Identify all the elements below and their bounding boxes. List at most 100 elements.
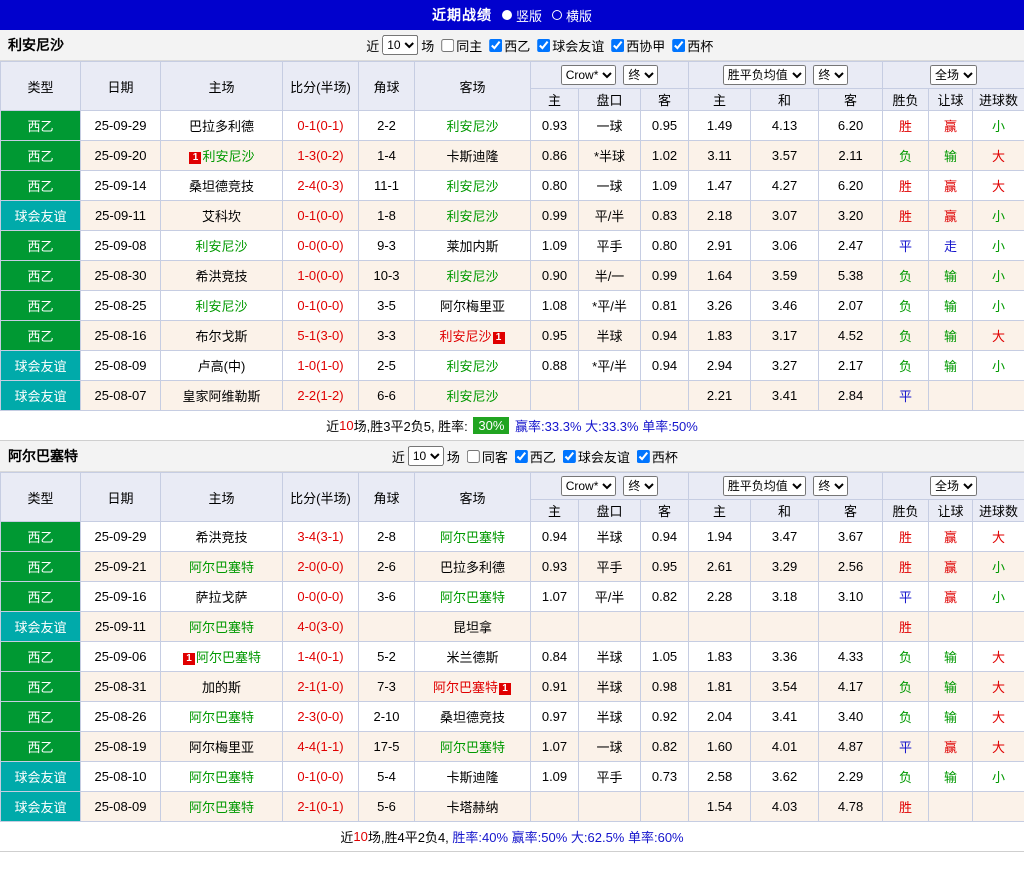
euro-away-odds-cell: 3.10 bbox=[819, 582, 883, 612]
away-team-cell[interactable]: 阿尔巴塞特 bbox=[415, 582, 531, 612]
home-team-cell[interactable]: 阿尔巴塞特 bbox=[161, 792, 283, 822]
score-cell[interactable]: 2-3(0-0) bbox=[283, 702, 359, 732]
home-team-cell[interactable]: 布尔戈斯 bbox=[161, 321, 283, 351]
home-team-cell[interactable]: 桑坦德竞技 bbox=[161, 171, 283, 201]
away-team-cell[interactable]: 阿尔巴塞特 bbox=[415, 522, 531, 552]
home-team-cell[interactable]: 利安尼沙 bbox=[161, 291, 283, 321]
score-cell[interactable]: 2-1(1-0) bbox=[283, 672, 359, 702]
same-venue-checkbox[interactable] bbox=[467, 450, 480, 463]
score-cell[interactable]: 0-1(0-1) bbox=[283, 111, 359, 141]
red-card-badge: 1 bbox=[189, 152, 201, 164]
checkbox-input[interactable] bbox=[489, 39, 502, 52]
away-team-cell[interactable]: 阿尔巴塞特 bbox=[415, 732, 531, 762]
home-team-cell[interactable]: 阿尔巴塞特 bbox=[161, 702, 283, 732]
score-cell[interactable]: 0-0(0-0) bbox=[283, 231, 359, 261]
euro-final-select[interactable]: 终 bbox=[813, 65, 848, 85]
away-team-cell[interactable]: 利安尼沙 bbox=[415, 201, 531, 231]
checkbox-input[interactable] bbox=[563, 450, 576, 463]
home-team-cell[interactable]: 巴拉多利德 bbox=[161, 111, 283, 141]
away-team-cell[interactable]: 利安尼沙 bbox=[415, 351, 531, 381]
asia-final-select[interactable]: 终 bbox=[623, 476, 658, 496]
score-cell[interactable]: 2-2(1-2) bbox=[283, 381, 359, 411]
recent-count-select[interactable]: 10 bbox=[408, 446, 444, 466]
league-checkbox-西杯[interactable]: 西杯 bbox=[672, 36, 713, 55]
euro-mean-select[interactable]: 胜平负均值 bbox=[723, 65, 806, 85]
euro-home-odds-cell: 2.91 bbox=[689, 231, 751, 261]
odds-company-select[interactable]: Crow* bbox=[561, 65, 616, 85]
league-checkbox-球会友谊[interactable]: 球会友谊 bbox=[563, 447, 630, 466]
asia-final-select[interactable]: 终 bbox=[623, 65, 658, 85]
away-team-cell[interactable]: 利安尼沙1 bbox=[415, 321, 531, 351]
league-checkbox-西乙[interactable]: 西乙 bbox=[515, 447, 556, 466]
checkbox-input[interactable] bbox=[637, 450, 650, 463]
layout-radio-竖版[interactable]: 竖版 bbox=[502, 6, 542, 25]
home-team-cell[interactable]: 阿尔巴塞特 bbox=[161, 552, 283, 582]
checkbox-input[interactable] bbox=[672, 39, 685, 52]
home-team-cell[interactable]: 加的斯 bbox=[161, 672, 283, 702]
odds-company-select[interactable]: Crow* bbox=[561, 476, 616, 496]
away-team-cell[interactable]: 卡塔赫纳 bbox=[415, 792, 531, 822]
home-team-cell[interactable]: 1阿尔巴塞特 bbox=[161, 642, 283, 672]
same-venue-checkbox[interactable] bbox=[441, 39, 454, 52]
same-venue-filter[interactable]: 同主 bbox=[441, 36, 482, 55]
score-cell[interactable]: 1-4(0-1) bbox=[283, 642, 359, 672]
subcol-euro-away: 客 bbox=[819, 500, 883, 522]
recent-count-select[interactable]: 10 bbox=[382, 35, 418, 55]
home-team-cell[interactable]: 萨拉戈萨 bbox=[161, 582, 283, 612]
team-name-text: 皇家阿维勒斯 bbox=[182, 389, 260, 404]
away-team-cell[interactable]: 巴拉多利德 bbox=[415, 552, 531, 582]
away-team-cell[interactable]: 利安尼沙 bbox=[415, 381, 531, 411]
score-cell[interactable]: 0-1(0-0) bbox=[283, 291, 359, 321]
layout-radio-横版[interactable]: 横版 bbox=[552, 6, 592, 25]
score-cell[interactable]: 5-1(3-0) bbox=[283, 321, 359, 351]
home-team-cell[interactable]: 皇家阿维勒斯 bbox=[161, 381, 283, 411]
league-checkbox-球会友谊[interactable]: 球会友谊 bbox=[537, 36, 604, 55]
score-cell[interactable]: 0-1(0-0) bbox=[283, 762, 359, 792]
away-team-cell[interactable]: 米兰德斯 bbox=[415, 642, 531, 672]
away-team-cell[interactable]: 阿尔梅里亚 bbox=[415, 291, 531, 321]
checkbox-input[interactable] bbox=[611, 39, 624, 52]
away-team-cell[interactable]: 阿尔巴塞特1 bbox=[415, 672, 531, 702]
home-team-cell[interactable]: 1利安尼沙 bbox=[161, 141, 283, 171]
away-team-cell[interactable]: 卡斯迪隆 bbox=[415, 762, 531, 792]
away-team-cell[interactable]: 莱加内斯 bbox=[415, 231, 531, 261]
home-team-cell[interactable]: 阿尔巴塞特 bbox=[161, 762, 283, 792]
score-cell[interactable]: 1-0(0-0) bbox=[283, 261, 359, 291]
away-team-cell[interactable]: 利安尼沙 bbox=[415, 171, 531, 201]
score-cell[interactable]: 1-3(0-2) bbox=[283, 141, 359, 171]
score-cell[interactable]: 3-4(3-1) bbox=[283, 522, 359, 552]
euro-final-select[interactable]: 终 bbox=[813, 476, 848, 496]
home-team-cell[interactable]: 希洪竞技 bbox=[161, 522, 283, 552]
match-row: 西乙25-09-14桑坦德竞技2-4(0-3)11-1利安尼沙0.80一球1.0… bbox=[1, 171, 1024, 201]
away-team-cell[interactable]: 利安尼沙 bbox=[415, 111, 531, 141]
home-team-cell[interactable]: 利安尼沙 bbox=[161, 231, 283, 261]
away-team-cell[interactable]: 利安尼沙 bbox=[415, 261, 531, 291]
score-cell[interactable]: 4-0(3-0) bbox=[283, 612, 359, 642]
home-team-cell[interactable]: 希洪竞技 bbox=[161, 261, 283, 291]
checkbox-input[interactable] bbox=[515, 450, 528, 463]
league-checkbox-西杯[interactable]: 西杯 bbox=[637, 447, 678, 466]
score-cell[interactable]: 2-0(0-0) bbox=[283, 552, 359, 582]
checkbox-input[interactable] bbox=[537, 39, 550, 52]
score-cell[interactable]: 4-4(1-1) bbox=[283, 732, 359, 762]
home-team-cell[interactable]: 卢高(中) bbox=[161, 351, 283, 381]
score-cell[interactable]: 0-0(0-0) bbox=[283, 582, 359, 612]
winloss-cell: 负 bbox=[883, 141, 929, 171]
same-venue-filter[interactable]: 同客 bbox=[467, 447, 508, 466]
score-cell[interactable]: 0-1(0-0) bbox=[283, 201, 359, 231]
euro-mean-select[interactable]: 胜平负均值 bbox=[723, 476, 806, 496]
away-team-cell[interactable]: 昆坦拿 bbox=[415, 612, 531, 642]
home-team-cell[interactable]: 阿尔梅里亚 bbox=[161, 732, 283, 762]
away-team-cell[interactable]: 桑坦德竞技 bbox=[415, 702, 531, 732]
league-checkbox-西乙[interactable]: 西乙 bbox=[489, 36, 530, 55]
euro-home-odds-cell: 1.47 bbox=[689, 171, 751, 201]
score-cell[interactable]: 2-4(0-3) bbox=[283, 171, 359, 201]
home-team-cell[interactable]: 阿尔巴塞特 bbox=[161, 612, 283, 642]
league-checkbox-西协甲[interactable]: 西协甲 bbox=[611, 36, 665, 55]
score-cell[interactable]: 2-1(0-1) bbox=[283, 792, 359, 822]
score-cell[interactable]: 1-0(1-0) bbox=[283, 351, 359, 381]
home-team-cell[interactable]: 艾科坎 bbox=[161, 201, 283, 231]
scope-select[interactable]: 全场 bbox=[930, 65, 977, 85]
away-team-cell[interactable]: 卡斯迪隆 bbox=[415, 141, 531, 171]
scope-select[interactable]: 全场 bbox=[930, 476, 977, 496]
